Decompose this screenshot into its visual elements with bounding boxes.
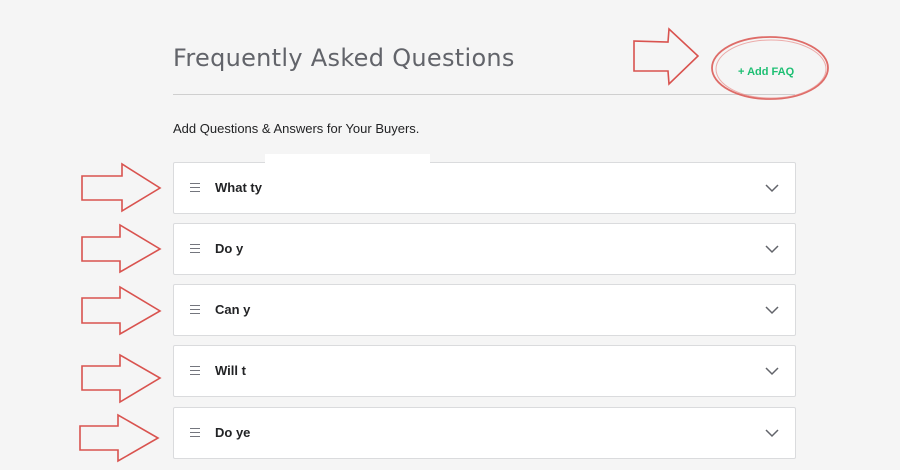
- faq-row[interactable]: Can y: [173, 284, 796, 336]
- arrow-annotation: [633, 27, 700, 86]
- faq-question: Do ye: [215, 425, 251, 440]
- faq-row[interactable]: Do ye: [173, 407, 796, 459]
- faq-row[interactable]: Will t: [173, 345, 796, 397]
- add-faq-button[interactable]: + Add FAQ: [738, 66, 794, 78]
- redaction-patch: [265, 154, 430, 164]
- faq-row[interactable]: What ty: [173, 162, 796, 214]
- arrow-annotation: [81, 162, 162, 213]
- faq-question: Will t: [215, 363, 246, 378]
- faq-question: Do y: [215, 241, 244, 256]
- drag-handle-icon[interactable]: [190, 183, 200, 192]
- chevron-down-icon[interactable]: [765, 364, 779, 378]
- arrow-annotation: [81, 223, 162, 274]
- drag-handle-icon[interactable]: [190, 428, 200, 437]
- chevron-down-icon[interactable]: [765, 426, 779, 440]
- faq-question: Can y: [215, 302, 251, 317]
- arrow-annotation: [81, 353, 162, 404]
- drag-handle-icon[interactable]: [190, 244, 200, 253]
- arrow-annotation: [81, 285, 162, 336]
- drag-handle-icon[interactable]: [190, 305, 200, 314]
- chevron-down-icon[interactable]: [765, 181, 779, 195]
- drag-handle-icon[interactable]: [190, 366, 200, 375]
- section-subtitle: Add Questions & Answers for Your Buyers.: [173, 121, 420, 136]
- faq-question: What ty: [215, 180, 262, 195]
- faq-row[interactable]: Do y: [173, 223, 796, 275]
- chevron-down-icon[interactable]: [765, 303, 779, 317]
- chevron-down-icon[interactable]: [765, 242, 779, 256]
- header-divider: [173, 94, 795, 95]
- page-title: Frequently Asked Questions: [173, 44, 515, 72]
- arrow-annotation: [79, 413, 160, 463]
